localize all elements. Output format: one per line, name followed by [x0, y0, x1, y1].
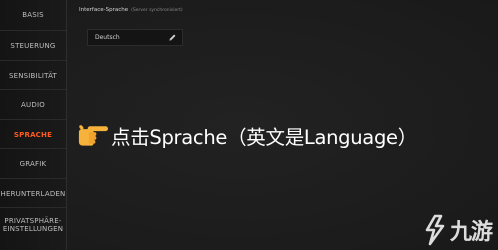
sidebar-item-herunterladen[interactable]: HERUNTERLADEN — [0, 178, 66, 208]
pencil-icon[interactable] — [168, 33, 177, 42]
sidebar-item-privatsphaere[interactable]: PRIVATSPHÄRE- EINSTELLUNGEN — [0, 207, 66, 241]
section-title: Interface-Sprache — [79, 7, 129, 13]
sidebar-item-label: GRAFIK — [19, 159, 47, 168]
pointing-hand-icon — [78, 125, 109, 146]
jiuyou-logo-icon — [425, 214, 445, 246]
settings-sidebar: BASIS STEUERUNG SENSIBILITÄT AUDIO SPRAC… — [0, 0, 66, 250]
sidebar-item-label: SPRACHE — [13, 130, 53, 139]
language-value: Deutsch — [95, 34, 120, 41]
sidebar-item-sensibilitaet[interactable]: SENSIBILITÄT — [0, 60, 66, 90]
sidebar-item-basis[interactable]: BASIS — [0, 0, 66, 30]
sidebar-item-sprache[interactable]: SPRACHE — [0, 119, 66, 149]
caption-text: 点击Sprache（英文是Language） — [111, 125, 417, 149]
sidebar-item-label: SENSIBILITÄT — [8, 71, 58, 80]
jiuyou-watermark: 九游 — [422, 214, 493, 246]
sidebar-item-audio[interactable]: AUDIO — [0, 89, 66, 119]
section-header: Interface-Sprache (Server synchronisiert) — [79, 7, 183, 13]
sidebar-item-label: HERUNTERLADEN — [0, 189, 66, 198]
sidebar-item-grafik[interactable]: GRAFIK — [0, 148, 66, 178]
watermark-text: 九游 — [449, 220, 493, 245]
sidebar-item-label: PRIVATSPHÄRE- EINSTELLUNGEN — [2, 216, 64, 233]
sidebar-item-label: AUDIO — [21, 100, 45, 109]
tutorial-caption: 点击Sprache（英文是Language） — [76, 120, 417, 150]
sidebar-item-steuerung[interactable]: STEUERUNG — [0, 30, 66, 60]
sidebar-item-label: BASIS — [22, 11, 44, 19]
sidebar-item-label: STEUERUNG — [10, 41, 56, 50]
language-field[interactable]: Deutsch — [87, 29, 183, 46]
section-subtitle: (Server synchronisiert) — [131, 8, 183, 13]
